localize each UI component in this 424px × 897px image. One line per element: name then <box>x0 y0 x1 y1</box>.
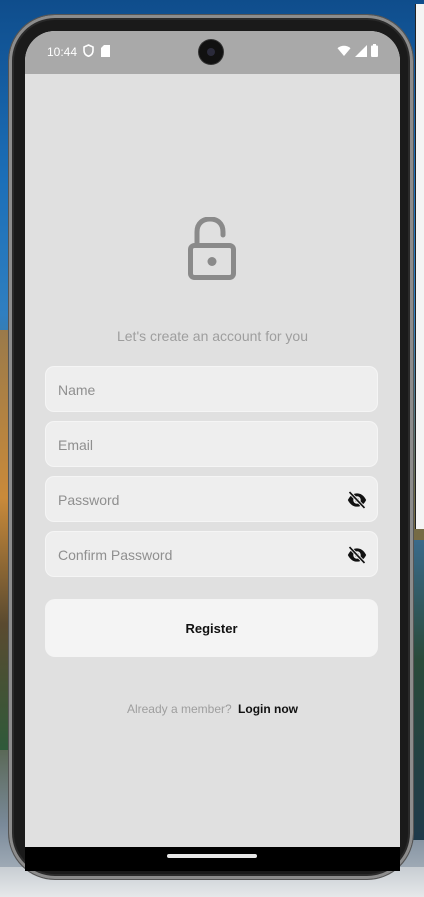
front-camera <box>199 40 223 64</box>
password-field-container <box>45 476 378 523</box>
battery-icon <box>371 44 378 57</box>
sd-card-icon <box>101 44 110 57</box>
name-field-container <box>45 366 378 413</box>
home-indicator[interactable] <box>167 854 257 858</box>
background-window-edge <box>415 4 424 529</box>
name-input[interactable] <box>56 367 330 413</box>
lock-open-icon <box>188 217 236 280</box>
email-input[interactable] <box>56 422 330 468</box>
app-screen: 10:44 Let's create an account for you Na… <box>25 31 400 871</box>
status-bar: 10:44 <box>25 31 400 74</box>
login-now-link[interactable]: Login now <box>238 702 298 716</box>
shield-icon <box>83 44 94 57</box>
eye-off-icon[interactable] <box>347 545 367 565</box>
page-subtitle: Let's create an account for you <box>116 328 308 344</box>
confirm-password-field-container <box>45 531 378 578</box>
register-button[interactable]: Register <box>45 599 378 657</box>
eye-off-icon[interactable] <box>347 490 367 510</box>
navigation-bar <box>25 847 400 871</box>
confirm-password-input[interactable] <box>56 532 330 578</box>
login-prompt-row: Already a member? Login now <box>25 702 400 716</box>
email-field-container <box>45 421 378 468</box>
signal-icon <box>355 44 367 57</box>
login-prompt-text: Already a member? <box>126 702 232 716</box>
wifi-icon <box>337 45 351 56</box>
password-input[interactable] <box>56 477 330 523</box>
status-time: 10:44 <box>47 45 78 59</box>
